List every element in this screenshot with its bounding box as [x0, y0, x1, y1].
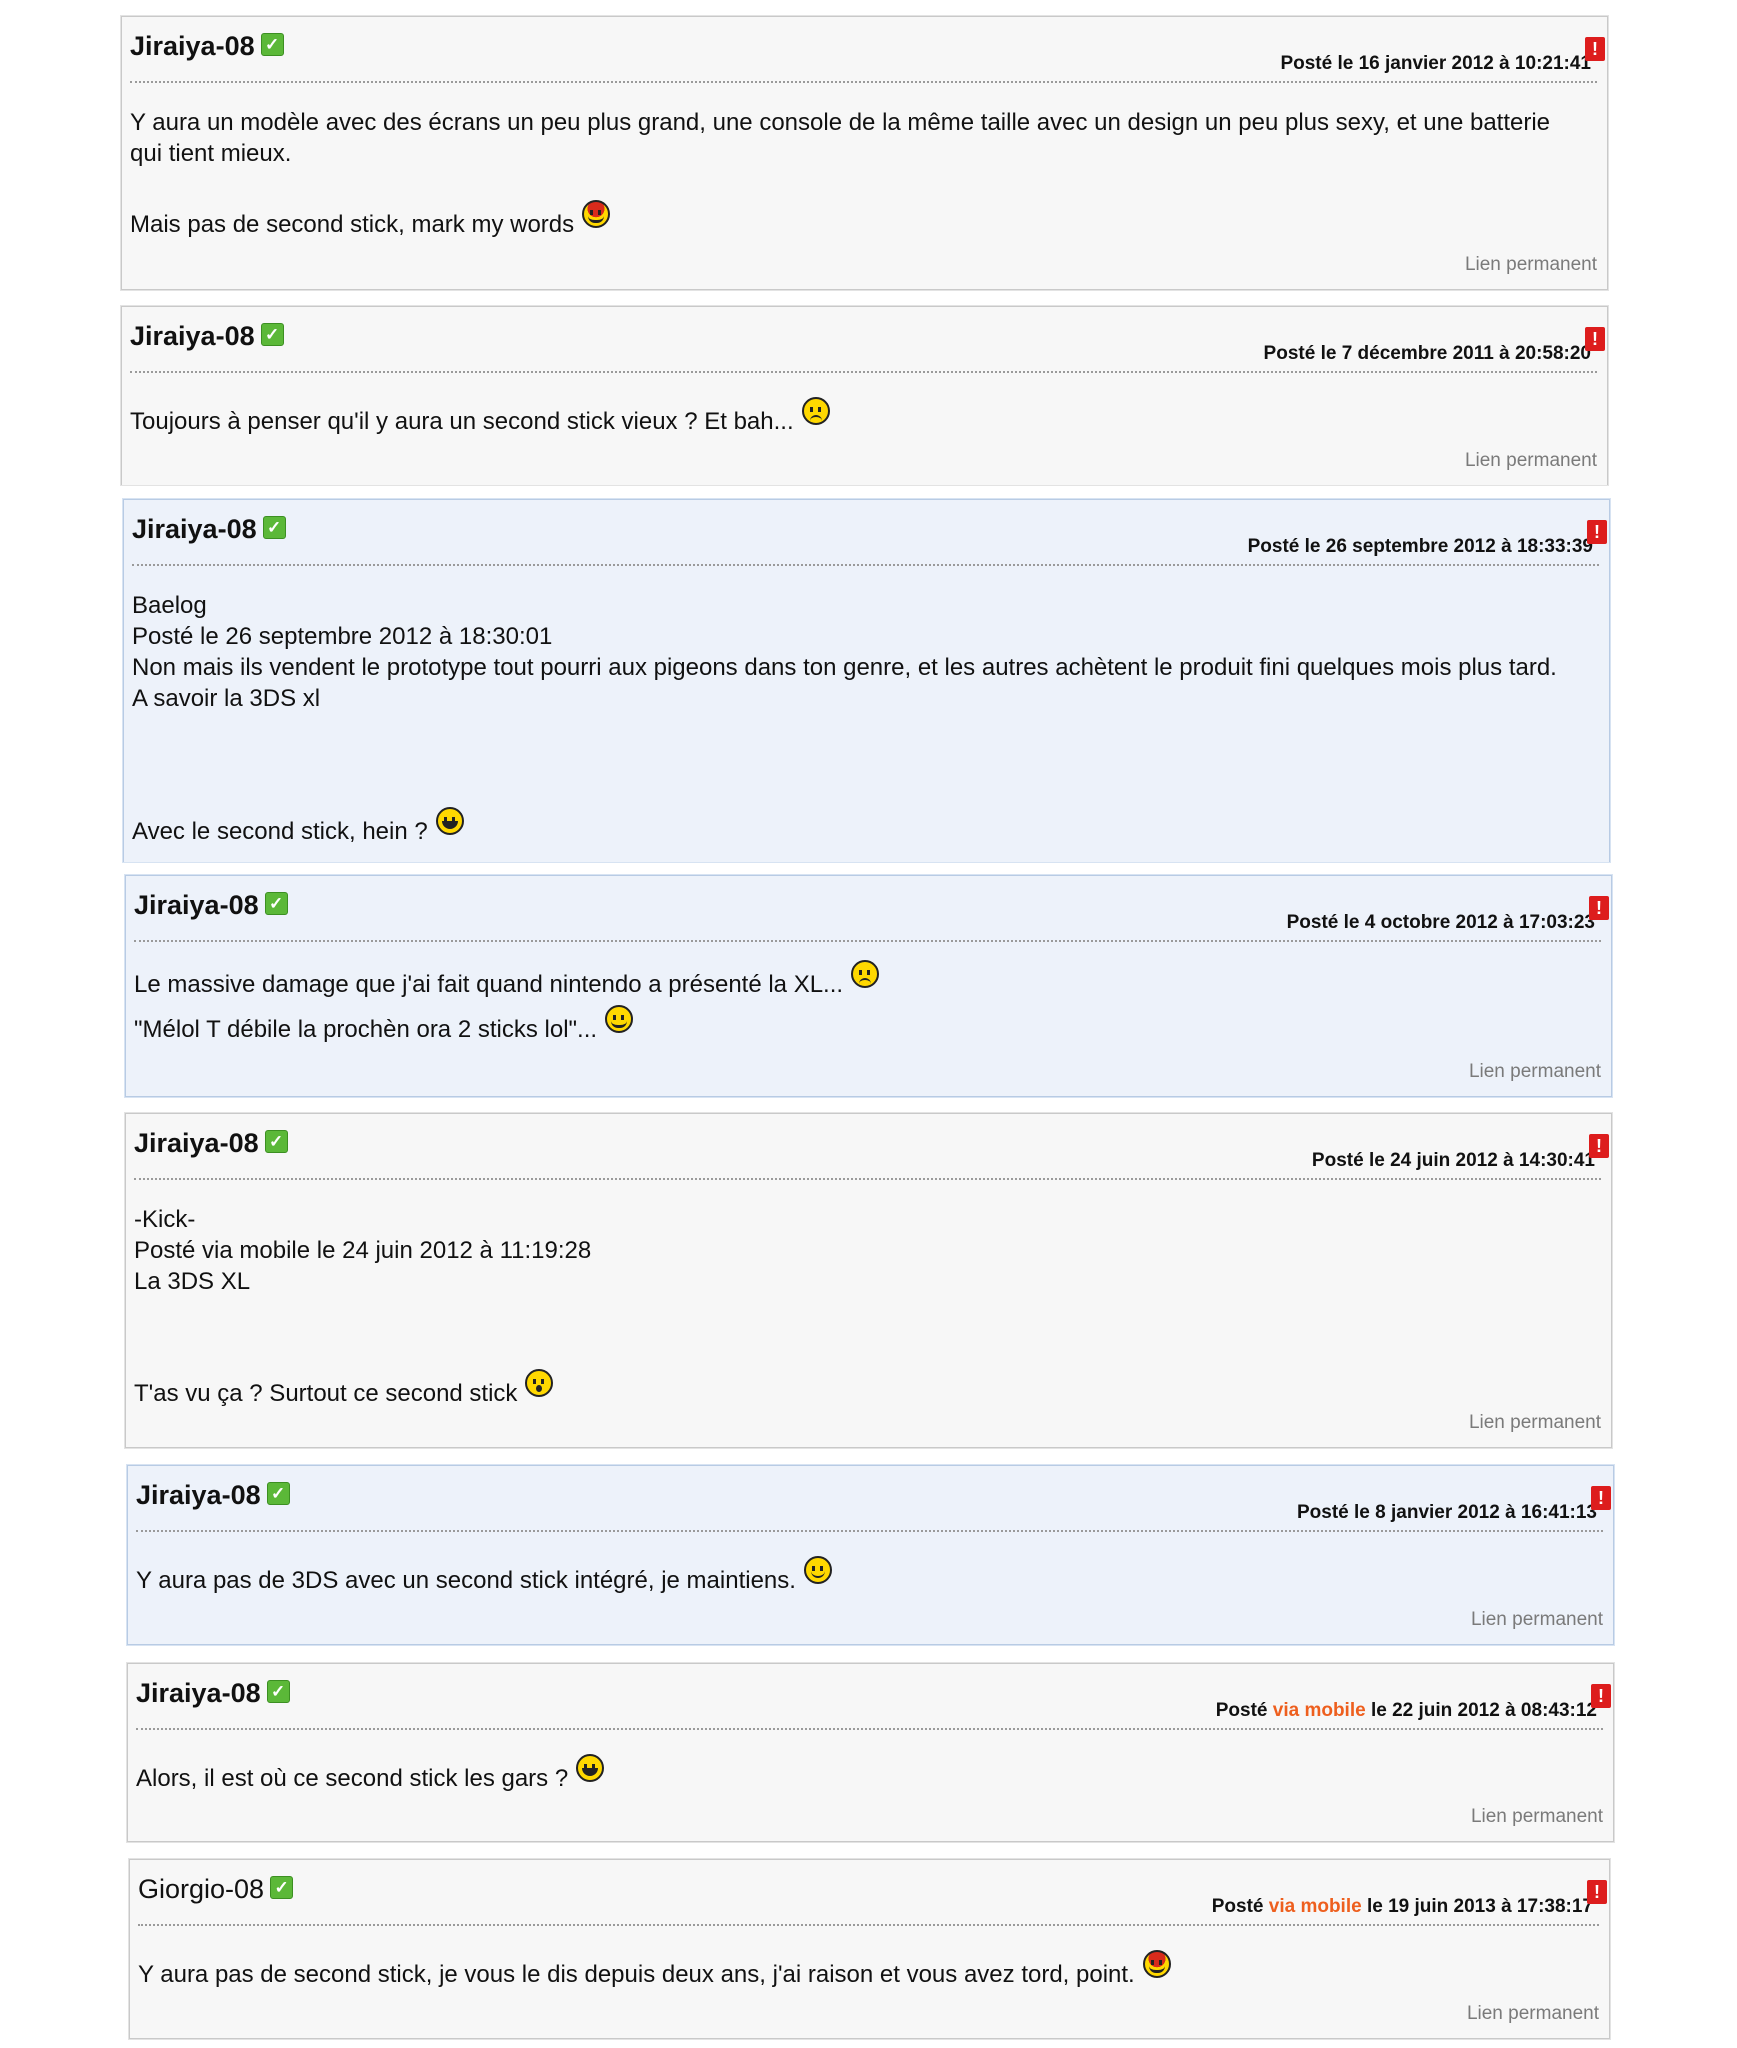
permalink-link[interactable]: Lien permanent: [1471, 1609, 1603, 1631]
post-line: Mais pas de second stick, mark my words: [130, 200, 1593, 240]
comment-post: Jiraiya-08 ✓ Posté le 26 septembre 2012 à…: [123, 499, 1610, 862]
check-badge-icon: ✓: [260, 323, 284, 346]
post-line: qui tient mieux.: [130, 140, 292, 167]
post-date: Posté le 24 juin 2012 à 14:30:41: [1311, 1150, 1595, 1171]
comment-post: Jiraiya-08 ✓ Posté le 24 juin 2012 à 14:3…: [125, 1113, 1612, 1448]
post-line: Le massive damage que j'ai fait quand ni…: [134, 960, 1597, 1005]
comment-post: Jiraiya-08 ✓ Posté le 7 décembre 2011 à 2…: [121, 306, 1608, 485]
quote-author: -Kick-: [134, 1206, 196, 1233]
check-badge-icon: ✓: [266, 1680, 290, 1703]
cool-smiley-icon: [1142, 1950, 1171, 1978]
report-alert-icon[interactable]: !: [1589, 896, 1609, 920]
post-line: Toujours à penser qu'il y aura un second…: [130, 397, 1593, 437]
post-line: Y aura pas de second stick, je vous le d…: [138, 1950, 1595, 1990]
report-alert-icon[interactable]: !: [1585, 37, 1605, 61]
cool-smiley-icon: [605, 1005, 634, 1033]
report-alert-icon[interactable]: !: [1589, 1134, 1609, 1158]
permalink-link[interactable]: Lien permanent: [1465, 450, 1597, 472]
shock-smiley-icon: [525, 1369, 554, 1397]
author-link[interactable]: Jiraiya-08 ✓: [136, 1480, 290, 1511]
author-link[interactable]: Jiraiya-08 ✓: [132, 514, 286, 545]
post-body: Y aura pas de second stick, je vous le d…: [138, 1950, 1595, 1990]
post-header: Jiraiya-08 ✓ Posté le 26 septembre 2012 à…: [132, 510, 1607, 566]
check-badge-icon: ✓: [270, 1876, 294, 1899]
quote-date: Posté le 26 septembre 2012 à 18:30:01: [132, 623, 553, 650]
post-date: Posté le 4 octobre 2012 à 17:03:23: [1286, 912, 1595, 933]
via-mobile-label[interactable]: via mobile: [1273, 1700, 1366, 1721]
sad-smiley-icon: [851, 960, 880, 988]
via-mobile-label[interactable]: via mobile: [1269, 1896, 1362, 1917]
quote-line: La 3DS XL: [134, 1268, 251, 1295]
check-badge-icon: ✓: [264, 1130, 288, 1153]
report-alert-icon[interactable]: !: [1587, 1880, 1607, 1904]
permalink-link[interactable]: Lien permanent: [1469, 1412, 1601, 1434]
post-date: Posté le 26 septembre 2012 à 18:33:39: [1247, 536, 1593, 557]
post-body: Y aura un modèle avec des écrans un peu …: [130, 107, 1593, 240]
post-body: -Kick- Posté via mobile le 24 juin 2012 …: [134, 1204, 1597, 1409]
post-line: Y aura un modèle avec des écrans un peu …: [130, 109, 1551, 136]
post-date: Posté via mobile le 22 juin 2012 à 08:43…: [1215, 1700, 1597, 1721]
author-link[interactable]: Jiraiya-08 ✓: [136, 1678, 290, 1709]
report-alert-icon[interactable]: !: [1591, 1684, 1611, 1708]
comment-post: Giorgio-08 ✓ Posté via mobile le 19 juin …: [129, 1859, 1610, 2039]
check-badge-icon: ✓: [262, 516, 286, 539]
post-header: Jiraiya-08 ✓ Posté le 7 décembre 2011 à 2…: [130, 317, 1605, 373]
post-date: Posté via mobile le 19 juin 2013 à 17:38…: [1211, 1896, 1593, 1917]
post-line: Alors, il est où ce second stick les gar…: [136, 1754, 1599, 1794]
author-link[interactable]: Jiraiya-08 ✓: [130, 321, 284, 352]
post-header: Jiraiya-08 ✓ Posté le 16 janvier 2012 à 1…: [130, 27, 1605, 83]
post-line: "Mélol T débile la prochèn ora 2 sticks …: [134, 1005, 1597, 1050]
report-alert-icon[interactable]: !: [1587, 520, 1607, 544]
post-header: Jiraiya-08 ✓ Posté le 4 octobre 2012 à 17…: [134, 886, 1609, 942]
post-date: Posté le 16 janvier 2012 à 10:21:41: [1280, 53, 1591, 74]
post-header: Jiraiya-08 ✓ Posté le 24 juin 2012 à 14:3…: [134, 1124, 1609, 1180]
post-date: Posté le 7 décembre 2011 à 20:58:20: [1263, 343, 1591, 364]
comment-post: Jiraiya-08 ✓ Posté le 4 octobre 2012 à 17…: [125, 875, 1612, 1097]
author-link[interactable]: Jiraiya-08 ✓: [134, 890, 288, 921]
permalink-link[interactable]: Lien permanent: [1467, 2003, 1599, 2025]
post-line: Y aura pas de 3DS avec un second stick i…: [136, 1556, 1599, 1596]
author-link[interactable]: Giorgio-08 ✓: [138, 1874, 294, 1905]
post-line: T'as vu ça ? Surtout ce second stick: [134, 1369, 1597, 1409]
post-body: Toujours à penser qu'il y aura un second…: [130, 397, 1593, 437]
post-body: Le massive damage que j'ai fait quand ni…: [134, 960, 1597, 1050]
post-line: Avec le second stick, hein ?: [132, 807, 1595, 847]
report-alert-icon[interactable]: !: [1585, 327, 1605, 351]
comment-post: Jiraiya-08 ✓ Posté le 16 janvier 2012 à 1…: [121, 16, 1608, 290]
post-header: Giorgio-08 ✓ Posté via mobile le 19 juin …: [138, 1870, 1607, 1926]
author-link[interactable]: Jiraiya-08 ✓: [130, 31, 284, 62]
quote-line: Non mais ils vendent le prototype tout p…: [132, 654, 1557, 681]
check-badge-icon: ✓: [264, 892, 288, 915]
check-badge-icon: ✓: [266, 1482, 290, 1505]
sad-smiley-icon: [801, 397, 830, 425]
post-header: Jiraiya-08 ✓ Posté le 8 janvier 2012 à 16…: [136, 1476, 1611, 1532]
check-badge-icon: ✓: [260, 33, 284, 56]
comment-post: Jiraiya-08 ✓ Posté via mobile le 22 juin …: [127, 1663, 1614, 1842]
post-body: Y aura pas de 3DS avec un second stick i…: [136, 1556, 1599, 1596]
report-alert-icon[interactable]: !: [1591, 1486, 1611, 1510]
quote-line: A savoir la 3DS xl: [132, 685, 321, 712]
post-body: Baelog Posté le 26 septembre 2012 à 18:3…: [132, 590, 1595, 847]
post-date: Posté le 8 janvier 2012 à 16:41:13: [1297, 1502, 1597, 1523]
permalink-link[interactable]: Lien permanent: [1469, 1061, 1601, 1083]
laugh-smiley-icon: [435, 807, 464, 835]
happy-smiley-icon: [803, 1556, 832, 1584]
quote-author: Baelog: [132, 592, 207, 619]
author-link[interactable]: Jiraiya-08 ✓: [134, 1128, 288, 1159]
post-header: Jiraiya-08 ✓ Posté via mobile le 22 juin …: [136, 1674, 1611, 1730]
permalink-link[interactable]: Lien permanent: [1471, 1806, 1603, 1828]
permalink-link[interactable]: Lien permanent: [1465, 254, 1597, 276]
post-body: Alors, il est où ce second stick les gar…: [136, 1754, 1599, 1794]
quote-date: Posté via mobile le 24 juin 2012 à 11:19…: [134, 1237, 592, 1264]
laugh-smiley-icon: [576, 1754, 605, 1782]
comment-post: Jiraiya-08 ✓ Posté le 8 janvier 2012 à 16…: [127, 1465, 1614, 1645]
cool-smiley-icon: [582, 200, 611, 228]
